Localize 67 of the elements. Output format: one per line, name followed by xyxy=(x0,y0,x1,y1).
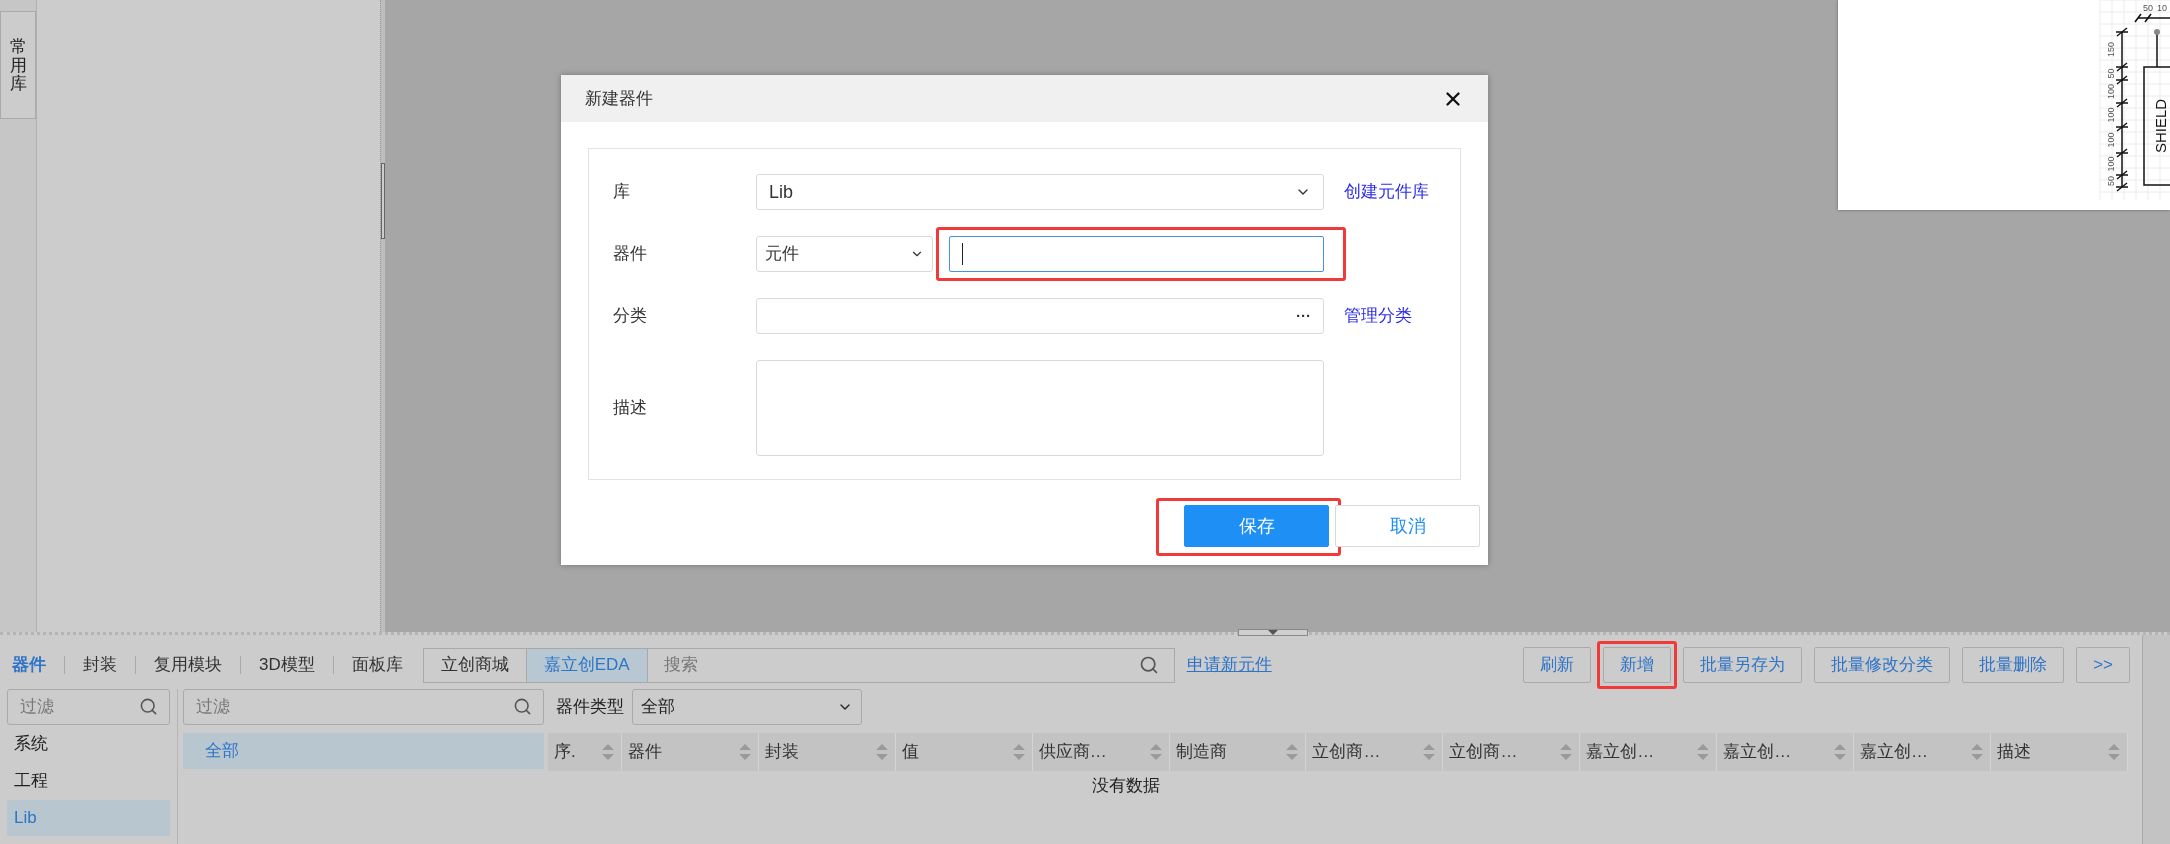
library-group-item[interactable]: 系统 xyxy=(7,726,170,762)
sort-icon[interactable] xyxy=(1285,743,1300,761)
sort-icon[interactable] xyxy=(1011,743,1026,761)
sort-icon[interactable] xyxy=(1422,743,1437,761)
column-header[interactable]: 立创商… xyxy=(1306,733,1444,771)
dimension-label: 100 xyxy=(2106,132,2117,148)
search-icon xyxy=(139,697,158,716)
filter-field[interactable]: 过滤 xyxy=(183,689,544,725)
empty-message: 没有数据 xyxy=(1092,775,1160,797)
description-textarea[interactable] xyxy=(756,360,1324,456)
field-label: 分类 xyxy=(612,305,648,328)
column-header[interactable]: 器件 xyxy=(621,733,759,771)
sort-icon[interactable] xyxy=(1559,743,1574,761)
panel-collapse-handle[interactable] xyxy=(381,163,385,239)
panel-resize-handle[interactable] xyxy=(1238,629,1308,636)
column-header[interactable]: 供应商… xyxy=(1032,733,1170,771)
search-icon[interactable] xyxy=(1138,654,1159,675)
library-tab[interactable]: 面板库 xyxy=(351,652,403,678)
field-link[interactable]: 创建元件库 xyxy=(1344,179,1429,205)
sort-icon[interactable] xyxy=(2106,743,2121,761)
sort-icon[interactable] xyxy=(1696,743,1711,761)
column-header[interactable]: 嘉立创… xyxy=(1717,733,1855,771)
library-group-item[interactable]: 工程 xyxy=(7,763,170,799)
field-label: 描述 xyxy=(612,397,648,420)
column-header[interactable]: 嘉立创… xyxy=(1580,733,1718,771)
sort-icon[interactable] xyxy=(1148,743,1163,761)
column-header[interactable]: 值 xyxy=(895,733,1033,771)
name-input[interactable] xyxy=(949,236,1324,272)
library-tab[interactable]: 封装 xyxy=(83,652,117,678)
column-header[interactable]: 立创商… xyxy=(1443,733,1581,771)
filter-field[interactable]: 过滤 xyxy=(7,689,170,725)
dimension-label: 100 xyxy=(2106,107,2117,123)
field-link[interactable]: 管理分类 xyxy=(1344,303,1412,329)
more-button[interactable]: ··· xyxy=(1296,304,1311,328)
sort-icon[interactable] xyxy=(1970,743,1984,761)
dimension-label: 50 xyxy=(2143,3,2153,13)
search-field[interactable]: 搜索 xyxy=(646,647,1175,683)
column-header[interactable]: 描述 xyxy=(1991,733,2128,771)
library-select[interactable]: Lib xyxy=(756,174,1324,210)
part-label: SHIELD xyxy=(2151,98,2169,154)
library-tab[interactable]: 3D模型 xyxy=(259,652,315,678)
dimension-label: 10 xyxy=(2157,3,2167,13)
search-icon xyxy=(513,697,532,716)
column-header[interactable]: 封装 xyxy=(758,733,896,771)
column-header[interactable]: 嘉立创… xyxy=(1854,733,1991,771)
side-tab[interactable]: 常用库 xyxy=(0,11,36,119)
text-cursor xyxy=(962,243,963,265)
dialog-title: 新建器件 xyxy=(585,87,653,110)
dimension-label: 50 xyxy=(2106,68,2117,79)
type-filter-label: 器件类型 xyxy=(556,696,624,719)
type-filter-select[interactable]: 全部 xyxy=(632,689,862,725)
sort-icon[interactable] xyxy=(1833,743,1848,761)
dimension-label: 100 xyxy=(2106,156,2117,172)
dimension-label: 150 xyxy=(2106,42,2117,57)
source-tab[interactable]: 立创商城 xyxy=(422,647,526,683)
sort-icon[interactable] xyxy=(600,743,615,761)
dimension-label: 50 xyxy=(2106,176,2117,186)
column-header[interactable]: 序. xyxy=(548,733,622,771)
column-header[interactable]: 制造商 xyxy=(1169,733,1307,771)
library-tab[interactable]: 复用模块 xyxy=(154,652,222,678)
dimension-label: 100 xyxy=(2106,84,2117,99)
type-select[interactable]: 元件 xyxy=(756,236,933,272)
field-label: 库 xyxy=(612,181,631,204)
field-label: 器件 xyxy=(612,243,648,266)
sort-icon[interactable] xyxy=(874,743,889,761)
sort-icon[interactable] xyxy=(737,743,752,761)
category-picker[interactable]: ··· xyxy=(756,298,1324,334)
